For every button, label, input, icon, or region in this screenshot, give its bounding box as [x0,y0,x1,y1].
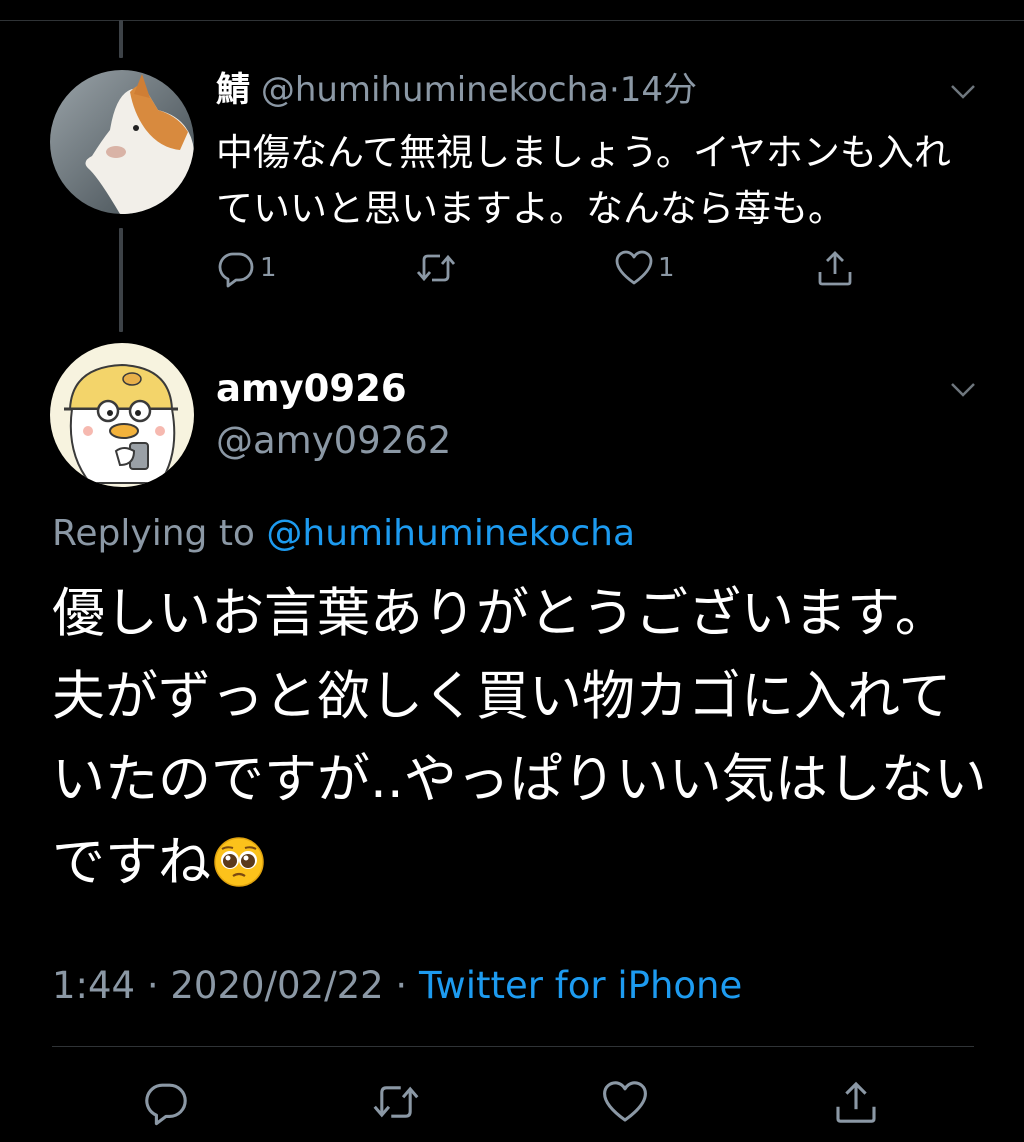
main-tweet-body: 優しいお言葉ありがとうございます。夫がずっと欲しく買い物カゴに入れていたのですが… [52,572,992,904]
like-icon [603,1081,647,1122]
chevron-down-icon[interactable] [948,374,978,404]
parent-like-count: 1 [658,253,675,283]
share-icon [836,1081,876,1123]
pleading-face-emoji-icon [214,837,264,887]
parent-avatar[interactable] [50,70,194,214]
parent-display-name[interactable]: 鯖 [216,70,250,110]
main-tweet-text: 優しいお言葉ありがとうございます。夫がずっと欲しく買い物カゴに入れていたのですが… [52,583,987,893]
parent-retweet-button[interactable] [414,248,458,288]
chevron-down-icon[interactable] [948,76,978,106]
main-share-button[interactable] [832,1078,880,1126]
retweet-icon [416,254,456,282]
retweet-icon [373,1086,419,1118]
parent-share-button[interactable] [815,248,855,288]
timestamp-dot: · [395,964,408,1007]
top-divider [0,20,1024,21]
replying-mention-link[interactable]: @humihuminekocha [266,513,635,554]
main-retweet-button[interactable] [370,1078,422,1126]
author-display-name[interactable]: amy0926 [216,366,407,412]
actions-divider [52,1046,974,1047]
parent-reply-button[interactable]: 1 [216,248,277,288]
tweet-time[interactable]: 1:44 [52,964,135,1007]
thread-line-top [119,20,123,58]
tweet-date[interactable]: 2020/02/22 [170,964,383,1007]
parent-time[interactable]: 14分 [620,70,697,110]
replying-prefix: Replying to [52,513,255,554]
replying-to: Replying to @humihuminekocha [52,510,635,558]
main-like-button[interactable] [601,1078,649,1126]
like-icon [615,250,653,285]
tweet-timestamp: 1:44 · 2020/02/22 · Twitter for iPhone [52,962,742,1010]
author-handle[interactable]: @amy09262 [216,418,451,464]
author-avatar[interactable] [50,343,194,487]
parent-tweet-text: 中傷なんて無視しましょう。イヤホンも入れていいと思いますよ。なんなら苺も。 [216,131,951,230]
reply-icon [145,1083,187,1126]
timestamp-dot: · [146,964,159,1007]
parent-reply-count: 1 [260,253,277,283]
share-icon [818,251,852,286]
parent-name-row: 鯖 @humihuminekocha·14分 [216,70,697,110]
parent-separator: · [608,70,620,110]
parent-handle[interactable]: @humihuminekocha [261,70,609,110]
reply-icon [218,252,254,288]
tweet-source-link[interactable]: Twitter for iPhone [419,964,742,1007]
parent-like-button[interactable]: 1 [614,248,675,288]
main-reply-button[interactable] [142,1078,190,1126]
thread-line-bottom [119,228,123,332]
